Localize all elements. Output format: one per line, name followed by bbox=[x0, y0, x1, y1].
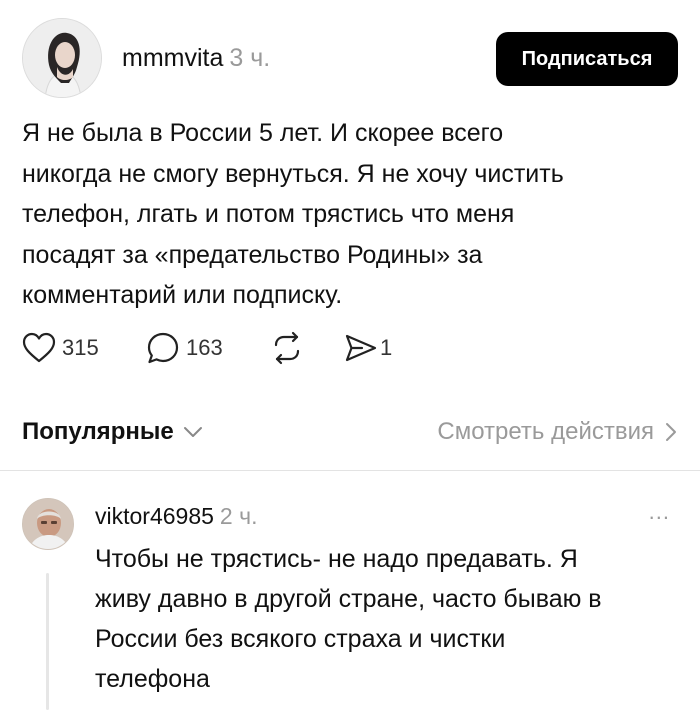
author-line: mmmvita 3 ч. bbox=[122, 42, 270, 74]
commenter-avatar[interactable] bbox=[22, 498, 74, 550]
post-header: mmmvita 3 ч. Подписаться bbox=[22, 18, 678, 98]
avatar-portrait-icon bbox=[23, 19, 101, 97]
avatar-portrait-icon bbox=[23, 499, 73, 549]
more-options-icon[interactable]: ... bbox=[649, 501, 670, 523]
comment-author-line: viktor46985 2 ч. bbox=[95, 501, 257, 531]
author-avatar[interactable] bbox=[22, 18, 102, 98]
sort-dropdown[interactable]: Популярные bbox=[22, 418, 204, 446]
repost-button[interactable] bbox=[270, 330, 304, 366]
chevron-right-icon bbox=[666, 423, 676, 441]
comment-icon bbox=[147, 332, 179, 364]
view-activity-label: Смотреть действия bbox=[437, 418, 654, 445]
post-timestamp: 3 ч. bbox=[229, 44, 271, 72]
comments-sort-row: Популярные Смотреть действия bbox=[22, 412, 678, 452]
post-text: Я не была в России 5 лет. И скорее всего… bbox=[22, 119, 564, 309]
comment-item: viktor46985 2 ч. ... Чтобы не трястись- н… bbox=[22, 495, 678, 710]
author-name[interactable]: mmmvita bbox=[122, 44, 223, 72]
thread-line bbox=[46, 573, 49, 710]
share-count: 1 bbox=[380, 335, 393, 360]
subscribe-button[interactable]: Подписаться bbox=[496, 32, 678, 86]
thread-page: mmmvita 3 ч. Подписаться Я не была в Росс… bbox=[0, 0, 700, 710]
comment-timestamp: 2 ч. bbox=[219, 503, 258, 529]
comment-button[interactable]: 163 bbox=[146, 330, 223, 366]
comment-count: 163 bbox=[186, 335, 223, 360]
post-actions: 315 163 1 bbox=[22, 330, 442, 366]
repost-icon bbox=[274, 331, 300, 365]
like-count: 315 bbox=[62, 335, 99, 360]
view-activity-link[interactable]: Смотреть действия bbox=[437, 418, 678, 446]
like-button[interactable]: 315 bbox=[22, 330, 99, 366]
divider bbox=[0, 470, 700, 471]
send-icon bbox=[345, 334, 377, 362]
send-button[interactable]: 1 bbox=[344, 330, 392, 366]
comment-text: Чтобы не трястись- не надо предавать. Я … bbox=[95, 545, 602, 693]
heart-icon bbox=[22, 332, 56, 363]
chevron-down-icon bbox=[183, 427, 202, 437]
sort-label: Популярные bbox=[22, 418, 174, 445]
comment-author-name[interactable]: viktor46985 bbox=[95, 503, 214, 529]
